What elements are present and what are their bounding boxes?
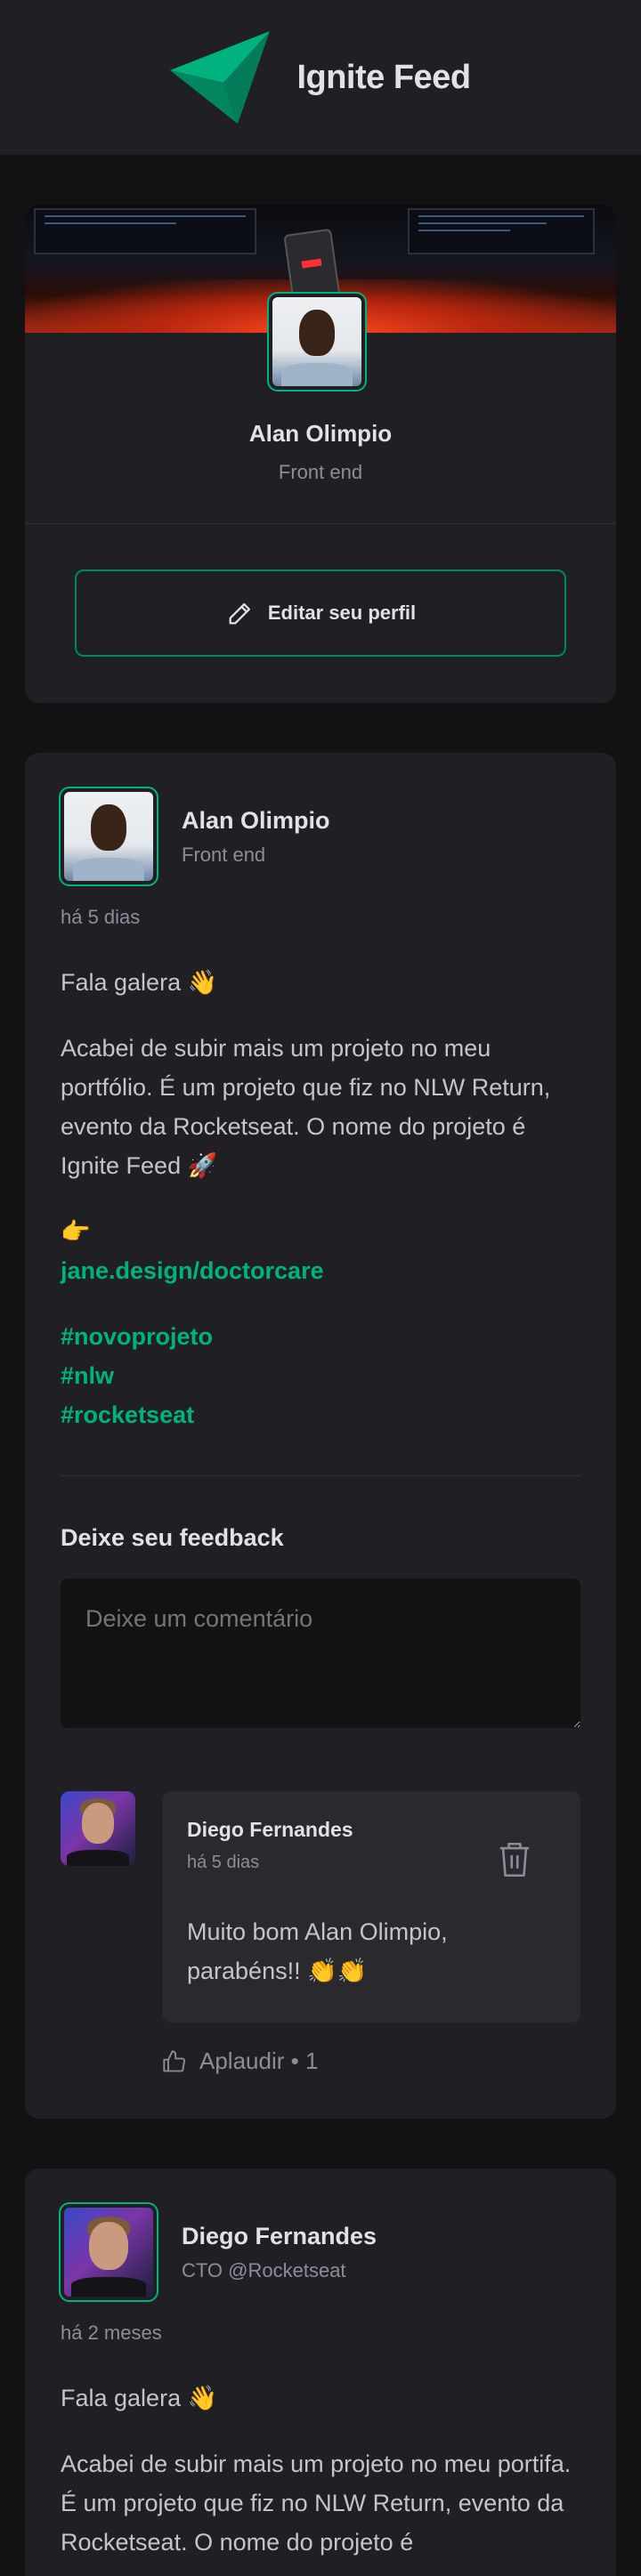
main-content: Alan Olimpio Front end Editar seu perfil… [0, 155, 641, 2576]
hashtag-link[interactable]: #rocketseat [61, 1395, 580, 1434]
profile-avatar[interactable] [267, 292, 367, 392]
post-link[interactable]: jane.design/doctorcare [61, 1251, 580, 1290]
post-card: Alan Olimpio Front end há 5 dias Fala ga… [25, 753, 616, 2119]
commenter-avatar[interactable] [61, 1791, 135, 1866]
profile-name: Alan Olimpio [248, 420, 393, 447]
comment-item: Diego Fernandes há 5 dias Muito bom Alan… [61, 1791, 580, 2075]
hashtag-link[interactable]: #nlw [61, 1356, 580, 1395]
author-name: Alan Olimpio [182, 806, 330, 834]
post-paragraph: Fala galera 👋 [61, 2385, 218, 2411]
author-role: Front end [182, 843, 266, 866]
comment-input[interactable] [61, 1579, 580, 1728]
hashtag-link[interactable]: #novoprojeto [61, 1317, 580, 1356]
post-paragraph: 👉 [61, 1218, 91, 1245]
profile-card: Alan Olimpio Front end Editar seu perfil [25, 205, 616, 703]
post-paragraph: Acabei de subir mais um projeto no meu p… [61, 2451, 572, 2556]
comment-box: Diego Fernandes há 5 dias Muito bom Alan… [162, 1791, 580, 2023]
applaud-label: Aplaudir • 1 [199, 2047, 319, 2074]
profile-role: Front end [278, 461, 363, 483]
app-title: Ignite Feed [296, 58, 471, 96]
edit-profile-button[interactable]: Editar seu perfil [75, 569, 566, 657]
thumbs-up-icon [163, 2049, 186, 2071]
trash-icon[interactable] [497, 1841, 532, 1878]
post-paragraph: Fala galera 👋 [61, 969, 218, 996]
post-time: há 5 dias [61, 906, 141, 928]
author-name: Diego Fernandes [182, 2222, 377, 2249]
app-header: Ignite Feed [0, 0, 641, 155]
post-content: Fala galera 👋 Acabei de subir mais um pr… [61, 963, 580, 1434]
post-author: Diego Fernandes CTO @Rocketseat [59, 2202, 580, 2302]
author-avatar[interactable] [59, 2202, 158, 2302]
post-tags: #novoprojeto #nlw #rocketseat [61, 1317, 580, 1434]
post-time: há 2 meses [61, 2322, 162, 2344]
edit-profile-label: Editar seu perfil [267, 602, 417, 624]
comment-text: Muito bom Alan Olimpio, parabéns!! 👏👏 [187, 1918, 448, 1984]
applaud-button[interactable]: Aplaudir • 1 [162, 2047, 580, 2075]
divider [25, 523, 616, 524]
post-content: Fala galera 👋 Acabei de subir mais um pr… [61, 2378, 580, 2562]
author-avatar[interactable] [59, 787, 158, 886]
ignite-logo-icon [170, 31, 271, 124]
post-paragraph: Acabei de subir mais um projeto no meu p… [61, 1035, 551, 1179]
feedback-title: Deixe seu feedback [61, 1524, 284, 1551]
commenter-name: Diego Fernandes [187, 1818, 353, 1841]
author-role: CTO @Rocketseat [182, 2258, 346, 2281]
post-card: Diego Fernandes CTO @Rocketseat há 2 mes… [25, 2168, 616, 2576]
divider [61, 1475, 580, 1476]
pencil-icon [229, 602, 250, 625]
post-author: Alan Olimpio Front end [59, 787, 580, 886]
